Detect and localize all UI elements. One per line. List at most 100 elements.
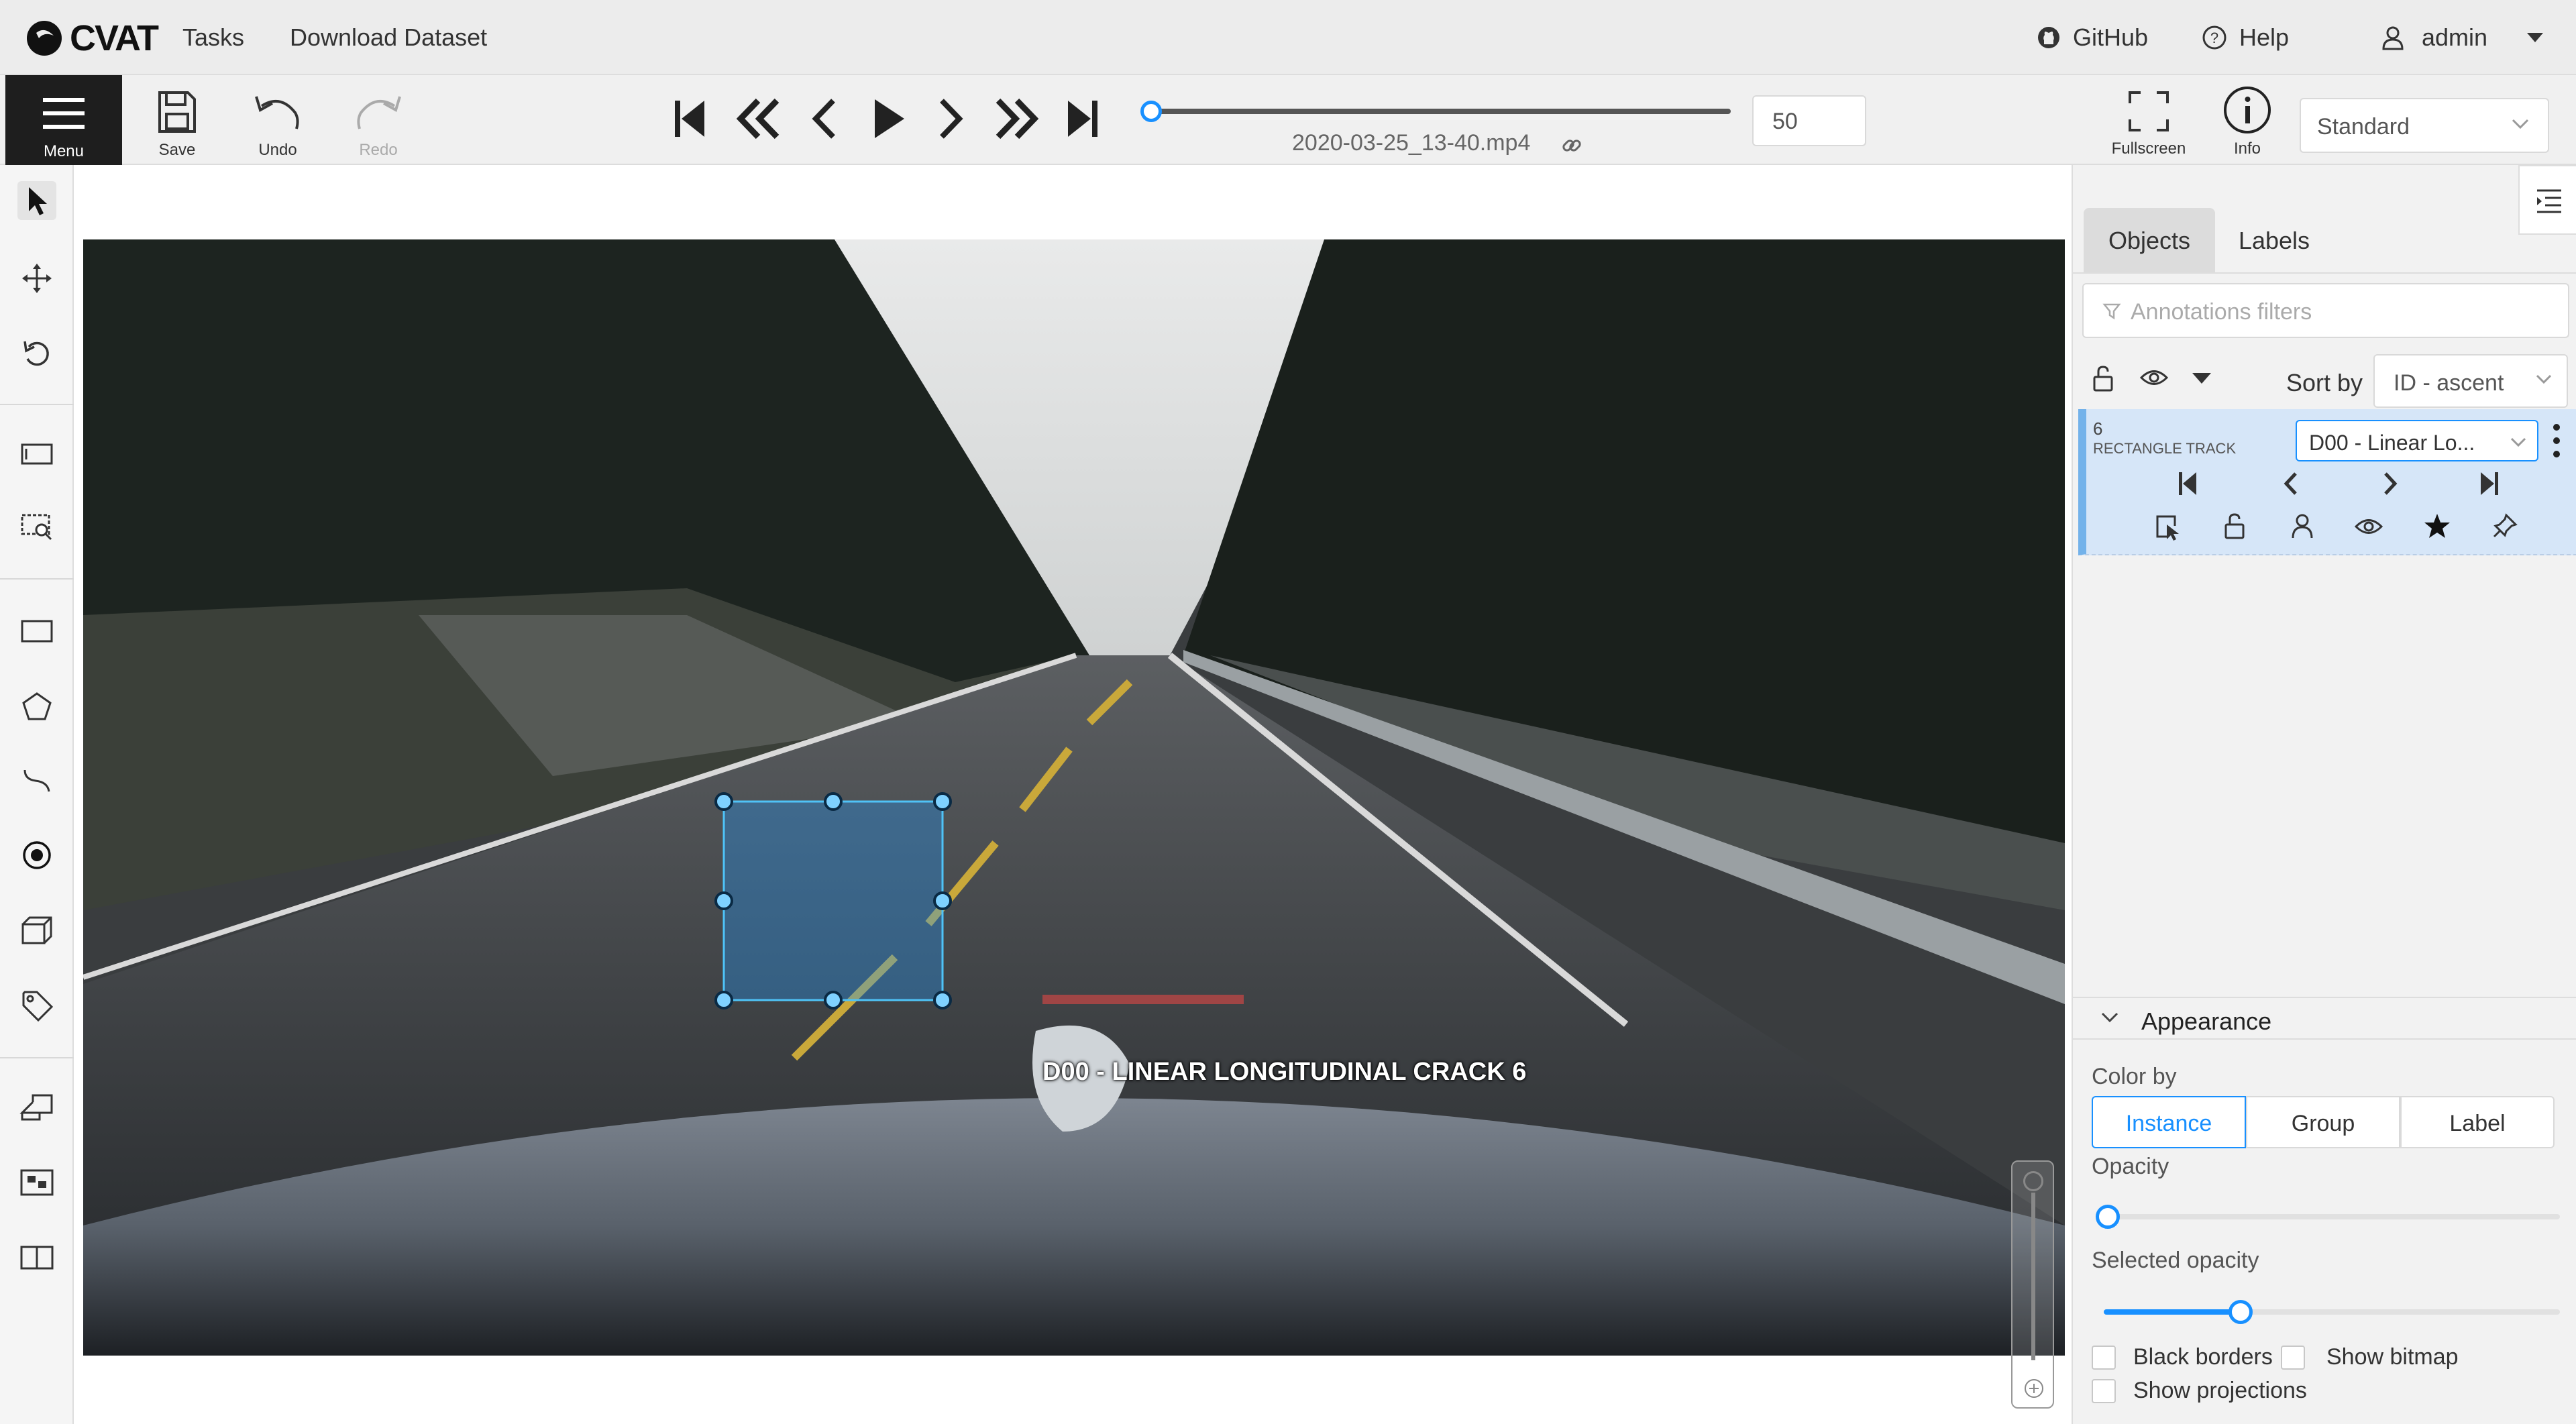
fast-backward-icon[interactable] bbox=[734, 95, 782, 142]
zoom-in-icon[interactable] bbox=[2023, 1378, 2045, 1399]
info-button[interactable]: Info bbox=[2207, 87, 2288, 158]
save-button[interactable]: Save bbox=[137, 90, 217, 160]
annotation-bbox[interactable] bbox=[722, 800, 944, 1001]
object-label-value: D00 - Linear Lo... bbox=[2309, 431, 2475, 455]
top-header: CVAT Tasks Download Dataset GitHub ? Hel… bbox=[0, 0, 2576, 75]
previous-keyframe-icon[interactable] bbox=[2279, 470, 2302, 498]
fast-forward-icon[interactable] bbox=[993, 95, 1041, 142]
nav-tasks-label: Tasks bbox=[182, 23, 245, 51]
pin-icon[interactable] bbox=[2491, 512, 2518, 539]
draw-points-tool[interactable] bbox=[17, 836, 56, 875]
nav-tasks[interactable]: Tasks bbox=[182, 0, 244, 75]
frame-image[interactable]: D00 - LINEAR LONGITUDINAL CRACK 6 bbox=[83, 239, 2065, 1356]
show-projections-checkbox[interactable] bbox=[2092, 1379, 2116, 1403]
annotations-filter-input[interactable]: Annotations filters bbox=[2082, 283, 2569, 338]
black-borders-checkbox[interactable] bbox=[2092, 1346, 2116, 1370]
save-label: Save bbox=[158, 141, 196, 159]
split-tool[interactable] bbox=[17, 1238, 56, 1277]
collapse-sidebar-button[interactable] bbox=[2518, 165, 2576, 235]
move-tool[interactable] bbox=[17, 259, 56, 298]
caret-down-icon[interactable] bbox=[2191, 372, 2212, 385]
help-link[interactable]: ? Help bbox=[2202, 0, 2289, 75]
rotate-tool[interactable] bbox=[17, 334, 56, 373]
group-tool[interactable] bbox=[17, 1163, 56, 1202]
selected-opacity-slider-handle[interactable] bbox=[2229, 1300, 2253, 1324]
merge-tool[interactable] bbox=[17, 1088, 56, 1127]
color-by-label[interactable]: Label bbox=[2400, 1096, 2555, 1148]
opacity-slider[interactable] bbox=[2104, 1214, 2560, 1219]
draw-cuboid-tool[interactable] bbox=[17, 911, 56, 950]
setup-tag-tool[interactable] bbox=[17, 986, 56, 1025]
next-frame-icon[interactable] bbox=[935, 95, 967, 142]
object-id: 6 bbox=[2093, 419, 2103, 439]
fit-image-tool[interactable] bbox=[17, 435, 56, 474]
keyframe-star-icon[interactable] bbox=[2423, 512, 2451, 539]
previous-frame-icon[interactable] bbox=[808, 95, 840, 142]
more-options-icon[interactable] bbox=[2552, 423, 2561, 459]
cursor-tool[interactable] bbox=[17, 181, 56, 220]
rectangle-icon bbox=[21, 620, 53, 643]
eye-icon[interactable] bbox=[2140, 368, 2168, 388]
draw-polyline-tool[interactable] bbox=[17, 761, 56, 800]
first-frame-icon[interactable] bbox=[671, 95, 708, 142]
outside-icon[interactable] bbox=[2155, 514, 2182, 541]
road-scene-image bbox=[83, 239, 2065, 1356]
filter-icon bbox=[2102, 303, 2121, 320]
github-link[interactable]: GitHub bbox=[2037, 0, 2148, 75]
opacity-slider-handle[interactable] bbox=[2096, 1205, 2120, 1229]
first-keyframe-icon[interactable] bbox=[2176, 470, 2199, 498]
undo-label: Undo bbox=[258, 141, 297, 159]
lock-icon[interactable] bbox=[2223, 512, 2246, 539]
link-icon[interactable] bbox=[1560, 209, 1583, 232]
show-bitmap-checkbox[interactable] bbox=[2281, 1346, 2305, 1370]
cvat-logo-icon bbox=[27, 21, 62, 56]
draw-rectangle-tool[interactable] bbox=[17, 612, 56, 651]
help-icon: ? bbox=[2202, 25, 2226, 50]
user-name: admin bbox=[2422, 23, 2488, 51]
nav-download-dataset[interactable]: Download Dataset bbox=[290, 0, 487, 75]
object-item[interactable]: 6 RECTANGLE TRACK D00 - Linear Lo... bbox=[2078, 409, 2576, 555]
occluded-icon[interactable] bbox=[2290, 512, 2314, 539]
zoom-handle[interactable] bbox=[2023, 1171, 2043, 1191]
selected-opacity-slider[interactable] bbox=[2104, 1309, 2560, 1315]
appearance-divider bbox=[2073, 1038, 2576, 1040]
user-menu[interactable]: admin bbox=[2381, 0, 2545, 75]
object-label-select[interactable]: D00 - Linear Lo... bbox=[2296, 420, 2538, 461]
draw-polygon-tool[interactable] bbox=[17, 687, 56, 726]
menu-button[interactable]: Menu bbox=[5, 75, 122, 165]
unlock-icon[interactable] bbox=[2092, 365, 2114, 392]
sidebar-separator bbox=[0, 404, 74, 405]
fullscreen-button[interactable]: Fullscreen bbox=[2109, 90, 2188, 158]
appearance-title: Appearance bbox=[2141, 1007, 2272, 1035]
frame-slider-handle[interactable] bbox=[1140, 101, 1162, 122]
tab-objects[interactable]: Objects bbox=[2084, 208, 2215, 272]
last-frame-icon[interactable] bbox=[1064, 95, 1102, 142]
redo-button[interactable]: Redo bbox=[338, 90, 419, 160]
frame-slider[interactable] bbox=[1147, 109, 1731, 114]
play-icon[interactable] bbox=[869, 95, 907, 142]
tab-objects-label: Objects bbox=[2108, 227, 2191, 254]
show-bitmap-label: Show bitmap bbox=[2326, 1344, 2459, 1370]
color-by-label: Color by bbox=[2092, 1064, 2177, 1089]
color-by-group[interactable]: Group bbox=[2246, 1096, 2400, 1148]
cvat-logo[interactable]: CVAT bbox=[24, 17, 159, 59]
collapse-chevron-icon[interactable] bbox=[2101, 1011, 2118, 1024]
frame-number-input[interactable]: 50 bbox=[1752, 95, 1866, 146]
last-keyframe-icon[interactable] bbox=[2478, 470, 2501, 498]
tab-labels-label: Labels bbox=[2238, 227, 2310, 254]
zoom-control[interactable] bbox=[2011, 1160, 2054, 1409]
sort-by-label: Sort by bbox=[2286, 369, 2363, 396]
tab-divider bbox=[2073, 272, 2576, 274]
polygon-icon bbox=[22, 692, 52, 720]
sort-select[interactable]: ID - ascent bbox=[2373, 354, 2568, 408]
workspace-select[interactable]: Standard bbox=[2300, 98, 2549, 153]
undo-button[interactable]: Undo bbox=[237, 90, 318, 160]
next-keyframe-icon[interactable] bbox=[2379, 470, 2402, 498]
visibility-icon[interactable] bbox=[2355, 516, 2383, 537]
zoom-track bbox=[2031, 1193, 2035, 1360]
video-filename: 2020-03-25_13-40.mp4 bbox=[1292, 130, 1531, 156]
zoom-region-tool[interactable] bbox=[17, 508, 56, 547]
color-by-instance[interactable]: Instance bbox=[2092, 1096, 2246, 1148]
tab-labels[interactable]: Labels bbox=[2220, 208, 2328, 272]
copy-link-icon[interactable] bbox=[1560, 134, 1583, 157]
